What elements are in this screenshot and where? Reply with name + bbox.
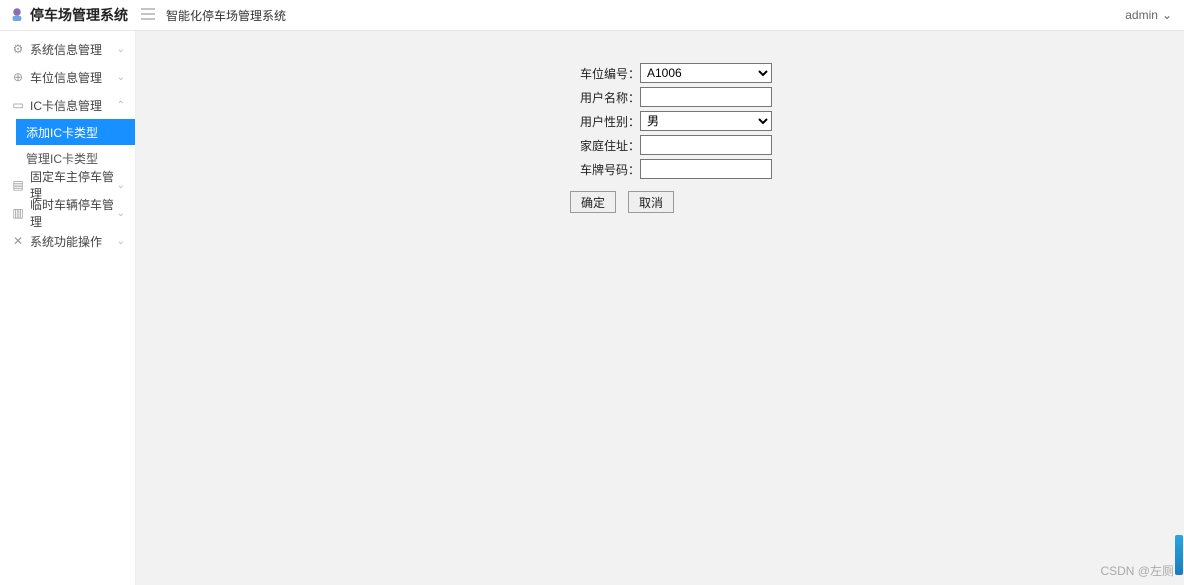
chevron-down-icon: ⌄ bbox=[117, 44, 125, 55]
sidebar-item-parking-info[interactable]: ⊕ 车位信息管理 ⌄ bbox=[0, 63, 135, 91]
sidebar-item-system-ops[interactable]: ✕ 系统功能操作 ⌄ bbox=[0, 227, 135, 255]
input-plate-no[interactable] bbox=[640, 159, 772, 179]
chevron-up-icon: ⌃ bbox=[117, 100, 125, 111]
sidebar-subitem-add-ic-card-type[interactable]: 添加IC卡类型 bbox=[16, 119, 135, 145]
sidebar-item-label: 系统信息管理 bbox=[30, 41, 117, 58]
select-user-gender[interactable]: 男 bbox=[640, 111, 772, 131]
sidebar-item-label: IC卡信息管理 bbox=[30, 97, 117, 114]
sidebar-item-fixed-owner[interactable]: ▤ 固定车主停车管理 ⌄ bbox=[0, 171, 135, 199]
chevron-down-icon: ⌄ bbox=[117, 236, 125, 247]
watermark: CSDN @左厕 bbox=[1100, 562, 1174, 579]
sidebar-item-label: 临时车辆停车管理 bbox=[30, 196, 117, 230]
label-parking-no: 车位编号： bbox=[566, 65, 640, 82]
app-logo-icon bbox=[8, 6, 26, 24]
chevron-down-icon: ⌄ bbox=[1162, 8, 1172, 22]
sidebar-subitem-label: 管理IC卡类型 bbox=[26, 150, 98, 167]
chevron-down-icon: ⌄ bbox=[117, 180, 125, 191]
user-name: admin bbox=[1125, 8, 1158, 22]
sidebar-item-label: 系统功能操作 bbox=[30, 233, 117, 250]
cancel-button[interactable]: 取消 bbox=[628, 191, 674, 213]
sidebar: ⚙ 系统信息管理 ⌄ ⊕ 车位信息管理 ⌄ ▭ IC卡信息管理 ⌃ 添加IC卡类… bbox=[0, 31, 136, 585]
breadcrumb: 智能化停车场管理系统 bbox=[166, 7, 286, 24]
label-plate-no: 车牌号码： bbox=[566, 161, 640, 178]
plus-circle-icon: ⊕ bbox=[10, 70, 26, 84]
input-user-name[interactable] bbox=[640, 87, 772, 107]
ok-button[interactable]: 确定 bbox=[570, 191, 616, 213]
select-parking-no[interactable]: A1006 bbox=[640, 63, 772, 83]
sidebar-item-system-info[interactable]: ⚙ 系统信息管理 ⌄ bbox=[0, 35, 135, 63]
label-user-name: 用户名称： bbox=[566, 89, 640, 106]
header: 停车场管理系统 智能化停车场管理系统 admin ⌄ bbox=[0, 0, 1184, 31]
content-area: 车位编号： A1006 用户名称： 用户性别： 男 家庭住址： 车牌号码： bbox=[136, 31, 1184, 585]
grid-icon: ▤ bbox=[10, 178, 26, 192]
ic-card-form: 车位编号： A1006 用户名称： 用户性别： 男 家庭住址： 车牌号码： bbox=[566, 63, 906, 213]
gear-icon: ⚙ bbox=[10, 42, 26, 56]
label-address: 家庭住址： bbox=[566, 137, 640, 154]
columns-icon: ▥ bbox=[10, 206, 26, 220]
input-address[interactable] bbox=[640, 135, 772, 155]
sidebar-subitem-label: 添加IC卡类型 bbox=[26, 124, 98, 141]
scrollbar-thumb[interactable] bbox=[1175, 535, 1183, 575]
tools-icon: ✕ bbox=[10, 234, 26, 248]
chevron-down-icon: ⌄ bbox=[117, 208, 125, 219]
submenu-ic-card: 添加IC卡类型 管理IC卡类型 bbox=[0, 119, 135, 171]
scrollbar[interactable] bbox=[1174, 31, 1184, 585]
chevron-down-icon: ⌄ bbox=[117, 72, 125, 83]
user-menu[interactable]: admin ⌄ bbox=[1125, 8, 1184, 22]
brand: 停车场管理系统 bbox=[0, 5, 136, 25]
sidebar-item-label: 车位信息管理 bbox=[30, 69, 117, 86]
label-user-gender: 用户性别： bbox=[566, 113, 640, 130]
card-icon: ▭ bbox=[10, 98, 26, 112]
sidebar-item-temp-vehicle[interactable]: ▥ 临时车辆停车管理 ⌄ bbox=[0, 199, 135, 227]
brand-title: 停车场管理系统 bbox=[30, 5, 128, 25]
menu-toggle-icon[interactable] bbox=[136, 8, 160, 23]
sidebar-item-ic-card[interactable]: ▭ IC卡信息管理 ⌃ bbox=[0, 91, 135, 119]
